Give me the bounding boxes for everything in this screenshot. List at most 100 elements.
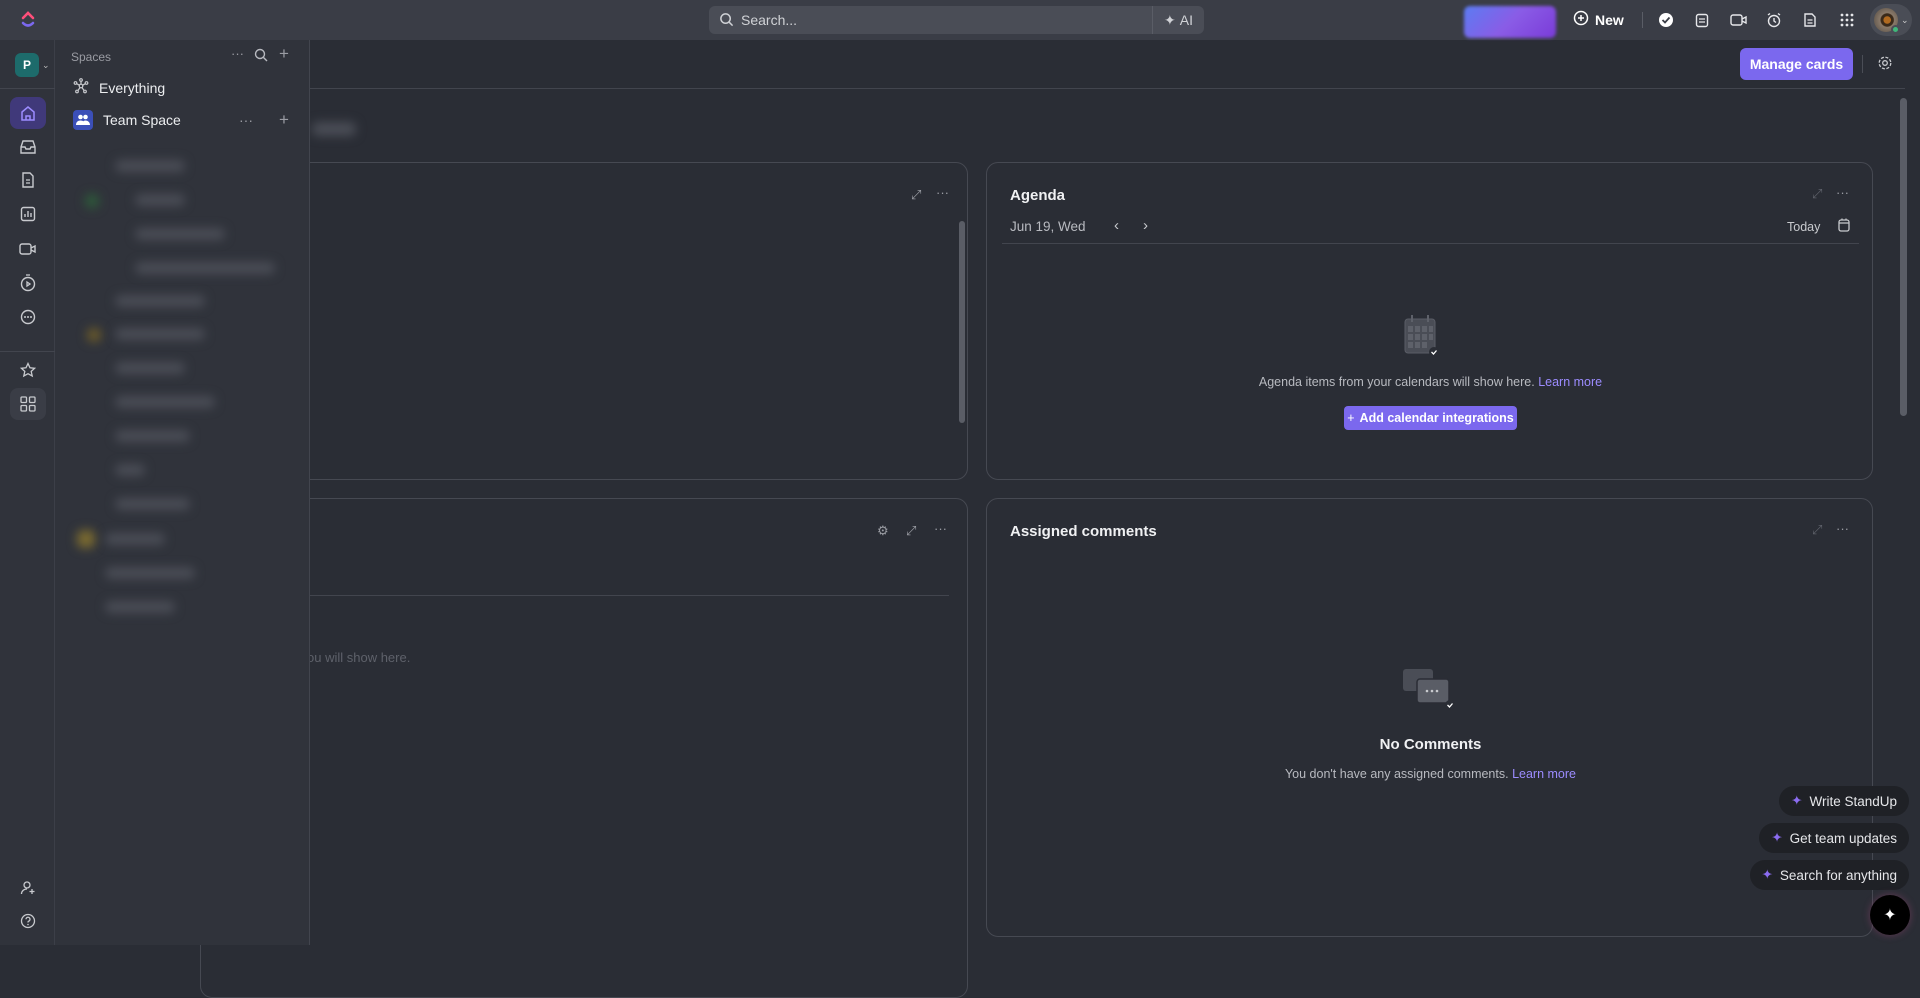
dashboards-icon[interactable] — [10, 198, 46, 230]
new-label: New — [1595, 11, 1624, 28]
partial-card-bottom: ⚙ ⤢ ··· ou will show here. — [200, 498, 968, 998]
divider — [1002, 243, 1859, 244]
plus-circle-icon — [1573, 10, 1589, 29]
search-placeholder: Search... — [741, 12, 798, 28]
expand-icon[interactable]: ⤢ — [911, 187, 921, 203]
agenda-empty-message: Agenda items from your calendars will sh… — [987, 375, 1874, 389]
ai-assistant-fab[interactable]: ✦ — [1870, 895, 1910, 935]
check-circle-icon[interactable] — [1656, 10, 1676, 30]
space-item-team-space[interactable]: Team Space ··· + — [73, 110, 301, 130]
spaces-more-icon[interactable]: ··· — [231, 46, 244, 61]
ai-button[interactable]: ✦ AI — [1152, 6, 1204, 34]
search-for-anything-label: Search for anything — [1779, 867, 1897, 883]
top-bar: Search... ✦ AI New ⌄ — [0, 0, 1920, 40]
upgrade-button[interactable] — [1464, 6, 1556, 38]
avatar-image — [1874, 8, 1900, 34]
spaces-search-icon[interactable] — [254, 48, 268, 67]
help-icon[interactable] — [10, 905, 46, 937]
divider — [0, 88, 55, 89]
assigned-comments-title: Assigned comments — [1010, 523, 1157, 540]
invite-user-icon[interactable] — [10, 872, 46, 904]
expand-icon[interactable]: ⤢ — [906, 523, 916, 539]
page-scrollbar[interactable] — [1900, 98, 1907, 416]
clips-video-icon[interactable] — [10, 233, 46, 265]
search-icon — [719, 12, 734, 30]
comments-empty-text: You don't have any assigned comments. — [1284, 767, 1509, 781]
write-standup-button[interactable]: ✦ Write StandUp — [1779, 786, 1909, 816]
manage-cards-button[interactable]: Manage cards — [1740, 48, 1853, 80]
search-for-anything-button[interactable]: ✦ Search for anything — [1749, 860, 1909, 890]
workspace-avatar: P — [15, 53, 39, 77]
workspace-switcher[interactable]: P ⌄ — [15, 53, 50, 77]
apps-grid-icon[interactable] — [1837, 10, 1857, 30]
card-scrollbar[interactable] — [959, 221, 965, 423]
empty-state-text: ou will show here. — [307, 650, 411, 665]
blurred-space-list — [75, 150, 290, 650]
left-rail: P ⌄ — [0, 40, 55, 945]
alarm-clock-icon[interactable] — [1764, 10, 1784, 30]
get-team-updates-label: Get team updates — [1789, 830, 1897, 846]
more-options-icon[interactable]: ··· — [934, 521, 947, 536]
everything-label: Everything — [99, 79, 166, 96]
learn-more-link[interactable]: Learn more — [1512, 767, 1576, 781]
add-button-label: Add calendar integrations — [1359, 411, 1514, 425]
next-day-icon[interactable]: › — [1143, 217, 1148, 234]
more-options-icon[interactable]: ··· — [1836, 185, 1849, 200]
sparkle-icon: ✦ — [1164, 11, 1176, 28]
team-space-more-icon[interactable]: ··· — [239, 112, 253, 128]
chevron-down-icon: ⌄ — [42, 59, 50, 70]
inbox-icon[interactable] — [10, 131, 46, 163]
more-options-icon[interactable]: ··· — [1836, 521, 1849, 536]
everything-network-icon — [73, 78, 89, 97]
more-circle-icon[interactable] — [10, 301, 46, 333]
agenda-title: Agenda — [1010, 187, 1066, 204]
sparkle-icon: ✦ — [1883, 907, 1897, 924]
agenda-date: Jun 19, Wed — [1010, 219, 1086, 234]
new-button[interactable]: New — [1573, 10, 1624, 29]
notepad-icon[interactable] — [1692, 10, 1712, 30]
divider — [201, 595, 949, 596]
spaces-grid-icon[interactable] — [10, 388, 46, 420]
expand-icon[interactable]: ⤢ — [1812, 186, 1822, 202]
team-space-icon — [73, 110, 93, 130]
favorites-star-icon[interactable] — [10, 354, 46, 386]
search-bar[interactable]: Search... ✦ AI — [709, 6, 1204, 34]
divider — [1642, 12, 1643, 28]
calendar-picker-icon[interactable] — [1838, 218, 1850, 237]
clickup-logo-icon[interactable] — [18, 10, 38, 30]
sparkle-icon: ✦ — [1761, 867, 1773, 882]
timer-icon[interactable] — [10, 267, 46, 299]
assigned-comments-card: Assigned comments ⤢ ··· No Comments You … — [986, 498, 1873, 937]
docs-icon[interactable] — [10, 164, 46, 196]
learn-more-link[interactable]: Learn more — [1538, 375, 1602, 389]
home-icon[interactable] — [10, 97, 46, 129]
comments-empty-icon — [1401, 667, 1459, 720]
get-team-updates-button[interactable]: ✦ Get team updates — [1759, 823, 1909, 853]
video-icon[interactable] — [1729, 10, 1749, 30]
expand-icon[interactable]: ⤢ — [1812, 522, 1822, 538]
team-space-label: Team Space — [103, 112, 181, 128]
document-icon[interactable] — [1800, 10, 1820, 30]
agenda-empty-text: Agenda items from your calendars will sh… — [1258, 375, 1535, 389]
blurred-greeting — [312, 122, 356, 136]
user-avatar[interactable]: ⌄ — [1870, 4, 1912, 36]
agenda-card: Agenda ⤢ ··· Jun 19, Wed ‹ › Today Agend… — [986, 162, 1873, 480]
previous-day-icon[interactable]: ‹ — [1114, 217, 1119, 234]
divider — [1862, 55, 1863, 73]
today-button[interactable]: Today — [1787, 220, 1820, 234]
ai-label: AI — [1179, 12, 1193, 28]
space-item-everything[interactable]: Everything — [73, 78, 165, 97]
settings-gear-icon[interactable] — [1877, 55, 1893, 76]
sparkle-icon: ✦ — [1771, 830, 1783, 845]
add-calendar-integrations-button[interactable]: + Add calendar integrations — [1344, 406, 1517, 430]
online-status-dot — [1891, 25, 1900, 34]
no-comments-title: No Comments — [1379, 736, 1482, 753]
write-standup-label: Write StandUp — [1809, 793, 1897, 809]
comments-empty-message: You don't have any assigned comments. Le… — [987, 767, 1874, 781]
sparkle-icon: ✦ — [1791, 793, 1803, 808]
more-options-icon[interactable]: ··· — [936, 185, 949, 200]
card-settings-icon[interactable]: ⚙ — [877, 523, 889, 539]
add-space-icon[interactable]: + — [279, 44, 289, 64]
plus-icon: + — [1347, 411, 1355, 425]
team-space-add-icon[interactable]: + — [279, 110, 289, 130]
